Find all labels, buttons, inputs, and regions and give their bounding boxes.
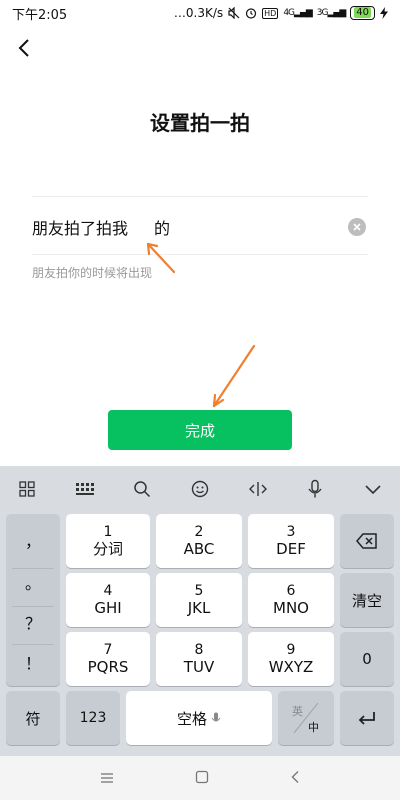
divider (32, 196, 368, 197)
key-3-letters: DEF (276, 540, 306, 558)
key-0-label: 0 (362, 650, 372, 668)
menu-nav-button[interactable] (100, 769, 114, 788)
pat-input-row[interactable]: 朋友拍了拍我 的 (32, 208, 368, 246)
clear-key-label: 清空 (351, 591, 382, 610)
divider (12, 606, 54, 607)
charging-icon (380, 7, 388, 19)
net-speed: …0.3K/s (173, 6, 224, 20)
key-6-num: 6 (286, 583, 296, 599)
key-1[interactable]: 1 分词 (66, 514, 150, 568)
key-4-letters: GHI (94, 599, 122, 617)
clear-key[interactable]: 清空 (340, 573, 394, 627)
key-4-num: 4 (103, 583, 113, 599)
key-7-letters: PQRS (87, 658, 129, 676)
battery-icon: 40 (350, 6, 375, 20)
divider (12, 568, 54, 569)
numeric-toggle-key[interactable]: 123 (66, 691, 120, 745)
punctuation-column[interactable]: ， 。 ？ ！ (6, 514, 60, 686)
input-prefix: 朋友拍了拍我 (32, 219, 129, 238)
system-nav-bar (0, 756, 400, 800)
back-button[interactable] (10, 34, 38, 62)
home-icon (195, 770, 209, 783)
symbol-key-label: 符 (25, 709, 41, 728)
cursor-icon[interactable] (245, 476, 271, 502)
close-icon (353, 223, 361, 231)
mute-icon (228, 7, 240, 19)
lang-en-label: 英 (292, 705, 303, 718)
key-8[interactable]: 8 TUV (156, 632, 242, 686)
chevron-left-icon (291, 770, 299, 783)
clear-input-button[interactable] (348, 218, 366, 236)
symbol-key[interactable]: 符 (6, 691, 60, 745)
signal-3g-label: 3G (316, 8, 329, 18)
hd-badge: HD (262, 7, 279, 19)
backspace-icon (356, 533, 377, 549)
space-key[interactable]: 空格 (126, 691, 272, 745)
enter-key[interactable] (340, 691, 394, 745)
mic-icon (211, 712, 221, 721)
divider (32, 254, 368, 255)
search-icon[interactable] (129, 476, 155, 502)
key-0[interactable]: 0 (340, 632, 394, 686)
input-hint: 朋友拍你的时候将出现 (32, 266, 153, 280)
key-2[interactable]: 2 ABC (156, 514, 242, 568)
key-8-num: 8 (194, 642, 204, 658)
back-nav-button[interactable] (290, 769, 300, 788)
language-toggle-key[interactable]: 英 中 (278, 691, 334, 745)
status-bar: 下午2:05 …0.3K/s HD 4G▂▄▆ 3G▂▄▆ 40 (0, 0, 400, 26)
key-2-num: 2 (194, 524, 204, 540)
key-1-letters: 分词 (92, 540, 123, 558)
done-button[interactable]: 完成 (108, 410, 292, 450)
grid-icon[interactable] (14, 476, 40, 502)
arrow-to-done-head (212, 393, 225, 408)
page-title: 设置拍一拍 (150, 111, 250, 135)
signal-4g-label: 4G (283, 8, 295, 18)
key-1-num: 1 (103, 524, 113, 540)
language-toggle-divider (293, 702, 319, 734)
key-3[interactable]: 3 DEF (248, 514, 334, 568)
key-3-num: 3 (286, 524, 296, 540)
space-key-label: 空格 (176, 709, 207, 728)
arrow-to-done (212, 344, 256, 408)
lang-zh-label: 中 (308, 721, 319, 734)
input-suffix: 的 (154, 219, 171, 238)
menu-icon (101, 772, 114, 783)
key-5-num: 5 (194, 583, 204, 599)
punct-exclaim[interactable]: ！ (6, 650, 60, 674)
mic-icon[interactable] (302, 476, 328, 502)
emoji-icon[interactable] (187, 476, 213, 502)
chevron-left-icon (18, 39, 29, 57)
alarm-icon (246, 8, 257, 19)
signal-4g: 4G▂▄▆ (283, 8, 312, 18)
key-5[interactable]: 5 JKL (156, 573, 242, 627)
punct-comma[interactable]: ， (6, 528, 60, 552)
key-9[interactable]: 9 WXYZ (248, 632, 334, 686)
key-7-num: 7 (103, 642, 113, 658)
key-7[interactable]: 7 PQRS (66, 632, 150, 686)
key-9-num: 9 (286, 642, 296, 658)
numeric-toggle-label: 123 (79, 710, 107, 726)
key-8-letters: TUV (183, 658, 215, 676)
pat-suffix-input[interactable] (128, 217, 155, 237)
enter-icon (358, 712, 375, 725)
keyboard-toolbar (0, 466, 400, 512)
key-9-letters: WXYZ (268, 658, 314, 676)
backspace-key[interactable] (340, 514, 394, 568)
signal-3g: 3G▂▄▆ (316, 8, 346, 18)
punct-period[interactable]: 。 (6, 570, 60, 594)
collapse-icon[interactable] (360, 476, 386, 502)
divider (12, 644, 54, 645)
status-icons: …0.3K/s HD 4G▂▄▆ 3G▂▄▆ 40 (174, 6, 388, 20)
keyboard-icon[interactable] (72, 476, 98, 502)
key-2-letters: ABC (183, 540, 215, 558)
key-4[interactable]: 4 GHI (66, 573, 150, 627)
status-time: 下午2:05 (12, 7, 68, 23)
key-6-letters: MNO (273, 599, 309, 617)
key-5-letters: JKL (187, 599, 211, 617)
punct-question[interactable]: ？ (6, 610, 60, 634)
home-nav-button[interactable] (195, 769, 209, 788)
battery-level: 40 (354, 7, 371, 18)
key-6[interactable]: 6 MNO (248, 573, 334, 627)
